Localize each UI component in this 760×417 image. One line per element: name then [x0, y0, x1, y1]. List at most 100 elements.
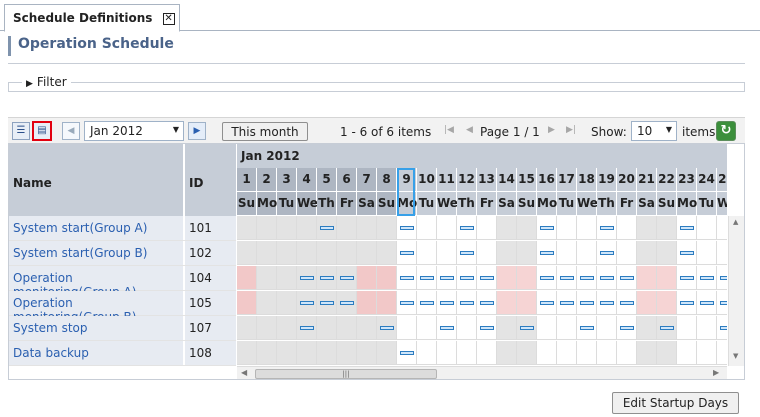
calendar-cell[interactable] [517, 316, 537, 340]
calendar-cell[interactable] [537, 241, 557, 265]
calendar-cell[interactable] [557, 341, 577, 365]
schedule-name-link[interactable]: System start(Group A) [9, 216, 184, 240]
calendar-cell[interactable] [377, 341, 397, 365]
calendar-cell[interactable] [377, 291, 397, 315]
calendar-cell[interactable] [617, 341, 637, 365]
calendar-cell[interactable] [637, 291, 657, 315]
schedule-name-link[interactable]: Data backup [9, 341, 184, 365]
calendar-cell[interactable] [277, 266, 297, 290]
calendar-cell[interactable] [237, 291, 257, 315]
calendar-cell[interactable] [437, 266, 457, 290]
calendar-cell[interactable] [397, 241, 417, 265]
calendar-cell[interactable] [497, 266, 517, 290]
calendar-cell[interactable] [277, 216, 297, 240]
calendar-cell[interactable] [477, 266, 497, 290]
calendar-cell[interactable] [337, 341, 357, 365]
calendar-cell[interactable] [697, 341, 717, 365]
calendar-cell[interactable] [677, 241, 697, 265]
calendar-cell[interactable] [457, 291, 477, 315]
refresh-icon[interactable]: ↻ [716, 121, 736, 141]
calendar-cell[interactable] [517, 341, 537, 365]
calendar-cell[interactable] [377, 266, 397, 290]
calendar-cell[interactable] [537, 266, 557, 290]
calendar-cell[interactable] [297, 291, 317, 315]
calendar-cell[interactable] [637, 266, 657, 290]
calendar-cell[interactable] [437, 216, 457, 240]
calendar-cell[interactable] [557, 291, 577, 315]
calendar-cell[interactable] [657, 216, 677, 240]
calendar-cell[interactable] [237, 341, 257, 365]
calendar-cell[interactable] [437, 316, 457, 340]
tab-schedule-definitions[interactable]: Schedule Definitions ✕ [4, 4, 180, 32]
calendar-cell[interactable] [237, 266, 257, 290]
calendar-cell[interactable] [337, 316, 357, 340]
schedule-name-link[interactable]: System start(Group B) [9, 241, 184, 265]
calendar-cell[interactable] [277, 241, 297, 265]
calendar-cell[interactable] [297, 341, 317, 365]
calendar-cell[interactable] [637, 241, 657, 265]
calendar-cell[interactable] [417, 341, 437, 365]
calendar-cell[interactable] [497, 216, 517, 240]
calendar-cell[interactable] [557, 216, 577, 240]
calendar-cell[interactable] [417, 291, 437, 315]
column-header-id[interactable]: ID [185, 144, 236, 216]
calendar-cell[interactable] [497, 241, 517, 265]
close-icon[interactable]: ✕ [162, 12, 175, 25]
calendar-cell[interactable] [397, 316, 417, 340]
calendar-cell[interactable] [697, 291, 717, 315]
calendar-cell[interactable] [277, 316, 297, 340]
calendar-cell[interactable] [637, 316, 657, 340]
calendar-cell[interactable] [257, 266, 277, 290]
calendar-cell[interactable] [597, 341, 617, 365]
calendar-cell[interactable] [457, 241, 477, 265]
calendar-cell[interactable] [597, 241, 617, 265]
calendar-cell[interactable] [557, 241, 577, 265]
calendar-cell[interactable] [257, 216, 277, 240]
calendar-cell[interactable] [317, 316, 337, 340]
calendar-cell[interactable] [357, 316, 377, 340]
calendar-cell[interactable] [597, 216, 617, 240]
calendar-cell[interactable] [617, 291, 637, 315]
scroll-left-icon[interactable]: ◀ [241, 368, 247, 377]
calendar-view-icon[interactable]: ▤ [32, 121, 52, 141]
this-month-button[interactable]: This month [222, 122, 308, 141]
calendar-cell[interactable] [577, 266, 597, 290]
calendar-cell[interactable] [477, 216, 497, 240]
calendar-cell[interactable] [577, 291, 597, 315]
calendar-cell[interactable] [257, 341, 277, 365]
calendar-cell[interactable] [637, 216, 657, 240]
calendar-cell[interactable] [517, 266, 537, 290]
calendar-cell[interactable] [297, 316, 317, 340]
calendar-cell[interactable] [717, 216, 727, 240]
calendar-cell[interactable] [677, 216, 697, 240]
calendar-cell[interactable] [577, 241, 597, 265]
calendar-cell[interactable] [237, 316, 257, 340]
calendar-cell[interactable] [497, 341, 517, 365]
calendar-cell[interactable] [717, 341, 727, 365]
calendar-cell[interactable] [477, 316, 497, 340]
calendar-cell[interactable] [257, 316, 277, 340]
calendar-cell[interactable] [497, 316, 517, 340]
calendar-cell[interactable] [637, 341, 657, 365]
calendar-cell[interactable] [597, 316, 617, 340]
calendar-cell[interactable] [357, 241, 377, 265]
calendar-cell[interactable] [437, 241, 457, 265]
calendar-cell[interactable] [697, 216, 717, 240]
next-page-icon[interactable]: ▶ [548, 125, 555, 135]
calendar-cell[interactable] [357, 291, 377, 315]
calendar-cell[interactable] [377, 316, 397, 340]
scroll-up-icon[interactable]: ▲ [733, 218, 738, 226]
filter-toggle[interactable]: ▶ Filter [22, 75, 71, 89]
calendar-cell[interactable] [717, 266, 727, 290]
scroll-thumb[interactable]: ||| [255, 369, 437, 379]
calendar-cell[interactable] [457, 341, 477, 365]
calendar-cell[interactable] [317, 341, 337, 365]
scroll-right-icon[interactable]: ▶ [713, 368, 719, 377]
calendar-cell[interactable] [657, 341, 677, 365]
calendar-cell[interactable] [517, 241, 537, 265]
calendar-cell[interactable] [697, 241, 717, 265]
calendar-cell[interactable] [537, 216, 557, 240]
calendar-cell[interactable] [457, 316, 477, 340]
calendar-cell[interactable] [377, 241, 397, 265]
calendar-cell[interactable] [397, 341, 417, 365]
